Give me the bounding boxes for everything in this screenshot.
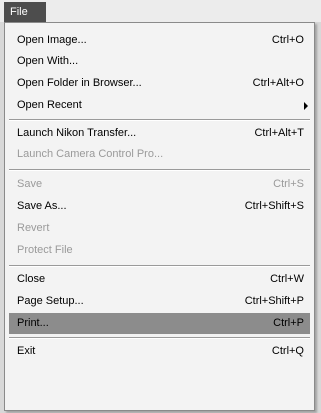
file-menu-button[interactable]: File [4,2,46,22]
menu-item-shortcut: Ctrl+Shift+P [244,295,304,307]
menu-item-open-recent[interactable]: Open Recent [9,95,310,116]
menu-item-label: Save [17,178,43,190]
menu-item-launch-camera-control-pro: Launch Camera Control Pro... [9,144,310,165]
menu-item-shortcut: Ctrl+O [271,34,304,46]
menu-separator [9,169,310,171]
menu-separator [9,119,310,121]
menu-item-label: Launch Nikon Transfer... [17,127,137,139]
menu-item-protect-file: Protect File [9,240,310,261]
menu-item-save: Save Ctrl+S [9,174,310,195]
menu-bar: File [0,0,321,22]
menu-item-open-with[interactable]: Open With... [9,51,310,72]
menu-item-exit[interactable]: Exit Ctrl+Q [9,341,310,362]
menu-item-page-setup[interactable]: Page Setup... Ctrl+Shift+P [9,291,310,312]
menu-item-label: Page Setup... [17,295,84,307]
menu-item-shortcut: Ctrl+S [273,178,304,190]
menu-item-label: Open Recent [17,99,82,111]
file-menu-label: File [10,6,28,18]
menu-item-label: Open Image... [17,34,87,46]
menu-item-open-image[interactable]: Open Image... Ctrl+O [9,30,310,51]
menu-item-save-as[interactable]: Save As... Ctrl+Shift+S [9,196,310,217]
menu-item-close[interactable]: Close Ctrl+W [9,269,310,290]
menu-item-revert: Revert [9,218,310,239]
menu-item-label: Close [17,273,46,285]
menu-item-print[interactable]: Print... Ctrl+P [9,313,310,334]
menu-item-shortcut: Ctrl+Q [271,345,304,357]
menu-item-shortcut: Ctrl+W [270,273,304,285]
menu-separator [9,265,310,267]
menu-separator [9,337,310,339]
menu-item-label: Protect File [17,244,73,256]
submenu-arrow-icon [304,102,308,110]
menu-item-label: Open With... [17,55,79,67]
menu-item-label: Launch Camera Control Pro... [17,148,164,160]
menu-item-open-folder-in-browser[interactable]: Open Folder in Browser... Ctrl+Alt+O [9,73,310,94]
menu-item-label: Print... [17,317,49,329]
menu-item-shortcut: Ctrl+Alt+T [254,127,304,139]
menu-item-label: Save As... [17,200,67,212]
menu-item-label: Revert [17,222,50,234]
menu-item-label: Exit [17,345,36,357]
menu-item-label: Open Folder in Browser... [17,77,142,89]
file-menu-dropdown: Open Image... Ctrl+O Open With... Open F… [4,22,315,411]
menu-item-launch-nikon-transfer[interactable]: Launch Nikon Transfer... Ctrl+Alt+T [9,123,310,144]
menu-item-shortcut: Ctrl+P [273,317,304,329]
menu-item-shortcut: Ctrl+Shift+S [244,200,304,212]
menu-item-shortcut: Ctrl+Alt+O [252,77,304,89]
